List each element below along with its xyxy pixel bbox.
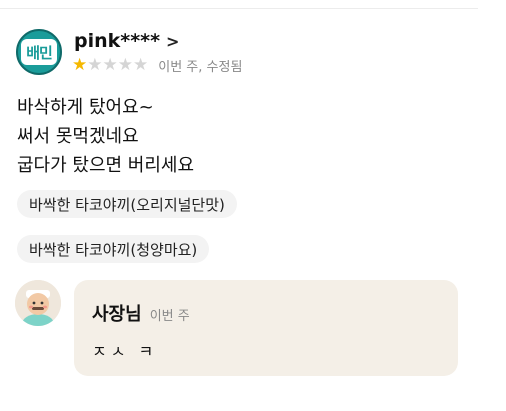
review-line: 써서 못먹겠네요 (17, 126, 139, 147)
star-icon: ★ (133, 55, 149, 75)
owner-avatar (15, 280, 61, 326)
reply-time: 이번 주 (149, 309, 190, 324)
review-line: 바삭하게 탔어요~ (17, 97, 154, 118)
owner-reply: 사장님 이번 주 ㅈㅅ ㅋ (74, 280, 458, 376)
reply-header: 사장님 이번 주 (92, 300, 190, 326)
star-icon: ★ (117, 55, 133, 75)
chef-character-icon (15, 280, 61, 326)
review-line: 굽다가 탔으면 버리세요 (17, 155, 195, 176)
reply-text: ㅈㅅ ㅋ (92, 342, 158, 361)
right-edge (478, 0, 506, 411)
star-icon: ★ (87, 55, 103, 75)
top-divider (0, 8, 478, 9)
review-text: 바삭하게 탔어요~ 써서 못먹겠네요 굽다가 탔으면 버리세요 (17, 93, 194, 180)
review-meta: ★ ★ ★ ★ ★ 이번 주, 수정됨 (72, 56, 243, 76)
owner-name: 사장님 (92, 304, 142, 325)
reviewer-nickname: pink**** (74, 30, 161, 52)
review-time: 이번 주, 수정됨 (158, 60, 243, 75)
reviewer-name-link[interactable]: pink**** > (74, 30, 179, 52)
reviewer-avatar[interactable]: 배민 (16, 29, 62, 75)
star-icon: ★ (72, 55, 88, 75)
star-icon: ★ (102, 55, 118, 75)
menu-tag[interactable]: 바싹한 타코야끼(청양마요) (17, 235, 210, 263)
star-rating: ★ ★ ★ ★ ★ (72, 57, 148, 74)
chevron-right-icon: > (166, 31, 180, 51)
menu-tag[interactable]: 바싹한 타코야끼(오리지널단맛) (17, 190, 237, 218)
baemin-logo-text: 배민 (21, 39, 57, 65)
